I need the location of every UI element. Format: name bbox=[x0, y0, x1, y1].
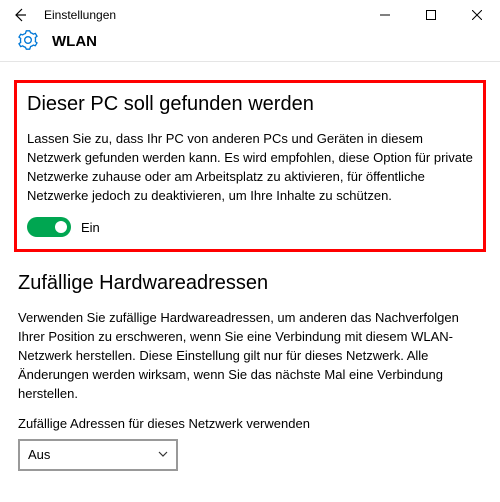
maximize-icon bbox=[426, 10, 436, 20]
discovery-section-highlight: Dieser PC soll gefunden werden Lassen Si… bbox=[14, 80, 486, 252]
random-mac-description: Verwenden Sie zufällige Hardwareadressen… bbox=[18, 309, 482, 403]
discovery-toggle[interactable] bbox=[27, 217, 71, 237]
minimize-icon bbox=[380, 10, 390, 20]
gear-icon bbox=[18, 30, 38, 53]
random-mac-select-label: Zufällige Adressen für dieses Netzwerk v… bbox=[18, 416, 482, 431]
titlebar: Einstellungen bbox=[0, 0, 500, 30]
random-mac-heading: Zufällige Hardwareadressen bbox=[18, 272, 482, 295]
discovery-description: Lassen Sie zu, dass Ihr PC von anderen P… bbox=[27, 130, 473, 205]
chevron-down-icon bbox=[158, 447, 168, 462]
discovery-heading: Dieser PC soll gefunden werden bbox=[27, 93, 473, 116]
maximize-button[interactable] bbox=[408, 0, 454, 30]
random-mac-section: Zufällige Hardwareadressen Verwenden Sie… bbox=[18, 272, 482, 470]
content: Dieser PC soll gefunden werden Lassen Si… bbox=[0, 62, 500, 471]
minimize-button[interactable] bbox=[362, 0, 408, 30]
window-title: Einstellungen bbox=[44, 8, 362, 22]
discovery-toggle-label: Ein bbox=[81, 220, 100, 235]
arrow-left-icon bbox=[12, 7, 28, 23]
random-mac-select-value: Aus bbox=[28, 447, 50, 462]
random-mac-select[interactable]: Aus bbox=[18, 439, 178, 471]
discovery-toggle-row: Ein bbox=[27, 217, 473, 237]
back-button[interactable] bbox=[12, 7, 32, 23]
page-title: WLAN bbox=[52, 33, 97, 50]
page-header: WLAN bbox=[0, 30, 500, 59]
close-icon bbox=[472, 10, 482, 20]
close-button[interactable] bbox=[454, 0, 500, 30]
